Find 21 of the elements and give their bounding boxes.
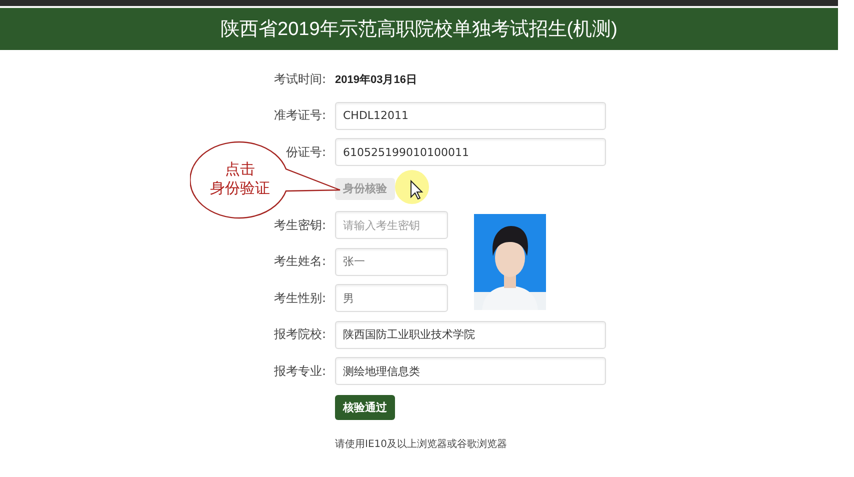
input-field[interactable]: 请输入考生密钥 <box>335 211 448 240</box>
field-label: 考生密钥: <box>274 216 326 234</box>
exam-date: 2019年03月16日 <box>335 72 418 87</box>
field-label: 准考证号: <box>274 107 326 124</box>
page-title: 陕西省2019年示范高职院校单独考试招生(机测) <box>220 18 618 42</box>
input-field[interactable]: 610525199010100011 <box>335 138 606 166</box>
field-label: 考生性别: <box>274 290 326 307</box>
callout-text: 点击 身份验证 <box>209 160 271 198</box>
field-label: 报考院校: <box>274 326 326 344</box>
cursor-highlight-icon <box>392 167 432 207</box>
verify-passed-button[interactable]: 核验通过 <box>335 395 395 420</box>
input-field[interactable]: 张一 <box>335 248 448 276</box>
input-field[interactable]: CHDL12011 <box>335 102 606 130</box>
field-label: 报考专业: <box>274 362 326 380</box>
field-label: 份证号: <box>286 144 326 161</box>
field-label: 考生姓名: <box>274 253 326 270</box>
input-field[interactable]: 男 <box>335 284 448 312</box>
input-field[interactable]: 陕西国防工业职业技术学院 <box>335 320 606 349</box>
browser-note: 请使用IE10及以上浏览器或谷歌浏览器 <box>335 438 508 452</box>
input-field[interactable]: 测绘地理信息类 <box>335 357 606 386</box>
field-label: 考试时间: <box>274 70 326 88</box>
